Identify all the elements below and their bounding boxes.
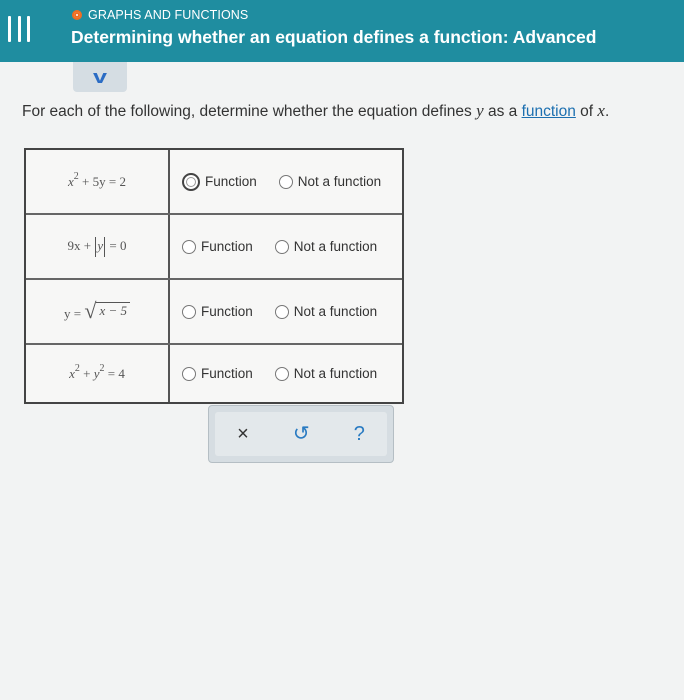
answer-action-bar: × ↺ ? (208, 405, 394, 463)
table-row: x2 + y2 = 4 Function Not a function (26, 345, 402, 402)
topic-label: GRAPHS AND FUNCTIONS (72, 8, 248, 22)
function-definition-link[interactable]: function (522, 103, 576, 120)
function-option-1[interactable]: Function (182, 172, 257, 191)
function-option-3[interactable]: Function (182, 304, 253, 319)
page-title: Determining whether an equation defines … (71, 27, 597, 47)
radio-button[interactable] (274, 304, 289, 319)
topic-text: GRAPHS AND FUNCTIONS (88, 8, 249, 22)
choice-cell: Function Not a function (170, 150, 402, 213)
equation-2: 9x + y = 0 (26, 215, 170, 278)
collapse-toggle-button[interactable]: v (73, 62, 127, 92)
menu-icon[interactable] (8, 16, 30, 42)
header-bar: GRAPHS AND FUNCTIONS Determining whether… (0, 0, 684, 62)
table-row: y = √ x − 5 Function Not a function (26, 280, 402, 345)
table-row: 9x + y = 0 Function Not a function (26, 215, 402, 280)
chevron-down-icon: v (92, 67, 108, 87)
radio-button[interactable] (274, 366, 289, 381)
choice-cell: Function Not a function (170, 280, 402, 343)
undo-button[interactable]: ↺ (293, 424, 310, 444)
action-buttons: × ↺ ? (215, 412, 387, 456)
clear-button[interactable]: × (237, 424, 249, 444)
instructions-text: For each of the following, determine whe… (22, 101, 610, 120)
not-function-option-4[interactable]: Not a function (274, 366, 377, 381)
table-row: x2 + 5y = 2 Function Not a function (26, 150, 402, 215)
choice-cell: Function Not a function (170, 345, 402, 402)
radio-button[interactable] (182, 239, 196, 254)
function-option-4[interactable]: Function (182, 366, 253, 381)
not-function-option-3[interactable]: Not a function (274, 304, 377, 319)
radio-button[interactable] (182, 304, 196, 319)
question-table: x2 + 5y = 2 Function Not a function 9x +… (24, 148, 404, 404)
radio-button[interactable] (278, 174, 293, 189)
radio-button[interactable] (182, 366, 196, 381)
radio-button[interactable] (182, 172, 200, 191)
not-function-option-2[interactable]: Not a function (274, 239, 377, 254)
not-function-option-1[interactable]: Not a function (278, 174, 381, 189)
help-button[interactable]: ? (354, 424, 365, 444)
equation-3: y = √ x − 5 (26, 280, 170, 343)
equation-4: x2 + y2 = 4 (26, 345, 170, 402)
choice-cell: Function Not a function (170, 215, 402, 278)
function-option-2[interactable]: Function (182, 239, 253, 254)
equation-1: x2 + 5y = 2 (26, 150, 170, 213)
radio-button[interactable] (274, 239, 289, 254)
topic-progress-icon (72, 10, 82, 20)
